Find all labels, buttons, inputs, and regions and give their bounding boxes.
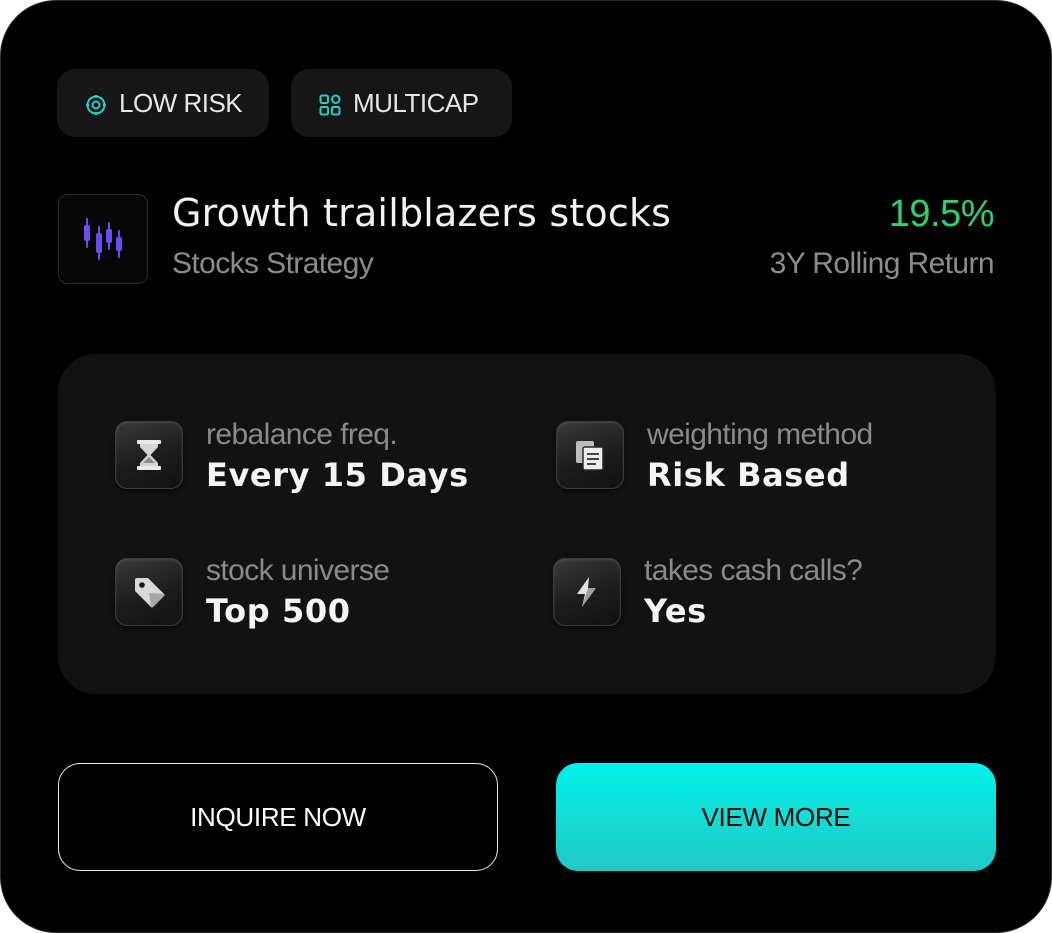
strategy-subtitle: Stocks Strategy bbox=[172, 247, 374, 280]
return-label: 3Y Rolling Return bbox=[769, 247, 995, 280]
detail-universe-value: Top 500 bbox=[206, 592, 351, 630]
detail-rebalance-label: rebalance freq. bbox=[206, 418, 398, 451]
detail-cash-calls-label: takes cash calls? bbox=[644, 554, 863, 587]
price-tag-icon bbox=[115, 558, 183, 626]
lightning-bolt-icon bbox=[553, 558, 621, 626]
documents-icon bbox=[556, 421, 624, 489]
cap-tag[interactable]: MULTICAP bbox=[291, 69, 512, 137]
inquire-now-button[interactable]: INQUIRE NOW bbox=[58, 763, 498, 871]
detail-weighting-label: weighting method bbox=[647, 418, 873, 451]
strategy-logo bbox=[58, 194, 148, 284]
strategy-card: LOW RISK MULTICAP Growth trailblazers st… bbox=[0, 0, 1052, 933]
candlestick-chart-icon bbox=[84, 218, 122, 260]
grid-icon bbox=[319, 92, 341, 116]
detail-universe-label: stock universe bbox=[206, 554, 390, 587]
detail-rebalance-value: Every 15 Days bbox=[206, 456, 469, 494]
cap-tag-label: MULTICAP bbox=[353, 87, 479, 118]
strategy-details-panel: rebalance freq. Every 15 Days weighting … bbox=[58, 354, 996, 694]
risk-tag-label: LOW RISK bbox=[119, 87, 243, 118]
hourglass-icon bbox=[115, 421, 183, 489]
return-value: 19.5% bbox=[888, 193, 995, 235]
target-icon bbox=[85, 92, 107, 115]
view-more-button[interactable]: VIEW MORE bbox=[556, 763, 996, 871]
detail-cash-calls-value: Yes bbox=[644, 592, 707, 630]
risk-tag[interactable]: LOW RISK bbox=[57, 69, 269, 137]
strategy-title: Growth trailblazers stocks bbox=[172, 191, 672, 235]
detail-weighting-value: Risk Based bbox=[647, 456, 850, 494]
